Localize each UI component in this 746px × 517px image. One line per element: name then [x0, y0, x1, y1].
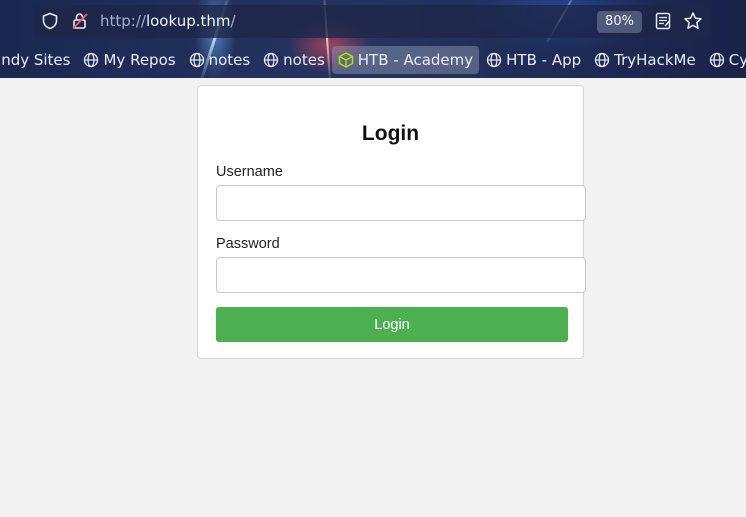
- zoom-level-button[interactable]: 80%: [597, 11, 642, 33]
- login-card: Login Username Password Login: [197, 85, 586, 359]
- bookmark-item[interactable]: HTB - App: [480, 46, 587, 74]
- bookmark-label: TryHackMe: [614, 51, 696, 69]
- globe-icon: [709, 52, 724, 68]
- globe-icon: [594, 52, 610, 68]
- url-host: lookup.thm: [145, 12, 231, 30]
- insecure-lock-icon[interactable]: [71, 12, 89, 30]
- bookmark-label: andy Sites: [0, 51, 71, 69]
- bookmark-item[interactable]: My Repos: [77, 46, 181, 74]
- htb-cube-icon: [338, 52, 353, 68]
- address-bar[interactable]: http://lookup.thm/ 80%: [34, 5, 710, 38]
- url-path: /: [230, 12, 236, 30]
- bookmark-item[interactable]: notes: [257, 46, 331, 74]
- bookmark-label: notes: [283, 51, 325, 69]
- bookmark-label: Cy: [728, 51, 746, 69]
- globe-icon: [264, 52, 279, 68]
- url-text[interactable]: http://lookup.thm/: [100, 12, 236, 31]
- bookmark-item-htb-academy[interactable]: HTB - Academy: [331, 46, 480, 74]
- username-label: Username: [216, 164, 283, 180]
- bookmark-item[interactable]: Cy: [703, 46, 746, 74]
- url-scheme: http://: [100, 12, 146, 30]
- login-button[interactable]: Login: [216, 307, 568, 342]
- bookmark-item[interactable]: TryHackMe: [588, 46, 702, 74]
- bookmark-label: HTB - Academy: [357, 51, 474, 69]
- bookmark-item[interactable]: notes: [183, 46, 257, 74]
- bookmark-item[interactable]: andy Sites: [0, 46, 76, 74]
- bookmarks-toolbar: andy Sites My Repos notes notes HTB - Ac…: [0, 45, 746, 75]
- bookmark-label: HTB - App: [506, 51, 582, 69]
- reader-view-icon[interactable]: [654, 12, 672, 30]
- globe-icon: [189, 52, 204, 68]
- globe-icon: [84, 52, 99, 68]
- globe-icon: [486, 52, 502, 68]
- password-input[interactable]: [216, 257, 586, 293]
- shield-icon[interactable]: [41, 12, 59, 30]
- bookmark-label: notes: [208, 51, 251, 69]
- bookmark-label: My Repos: [103, 51, 176, 69]
- username-input[interactable]: [216, 185, 586, 221]
- bookmark-star-icon[interactable]: [683, 11, 703, 31]
- password-label: Password: [216, 236, 280, 252]
- login-title: Login: [361, 122, 420, 145]
- browser-toolbar: http://lookup.thm/ 80% andy Sites My Rep…: [0, 0, 746, 78]
